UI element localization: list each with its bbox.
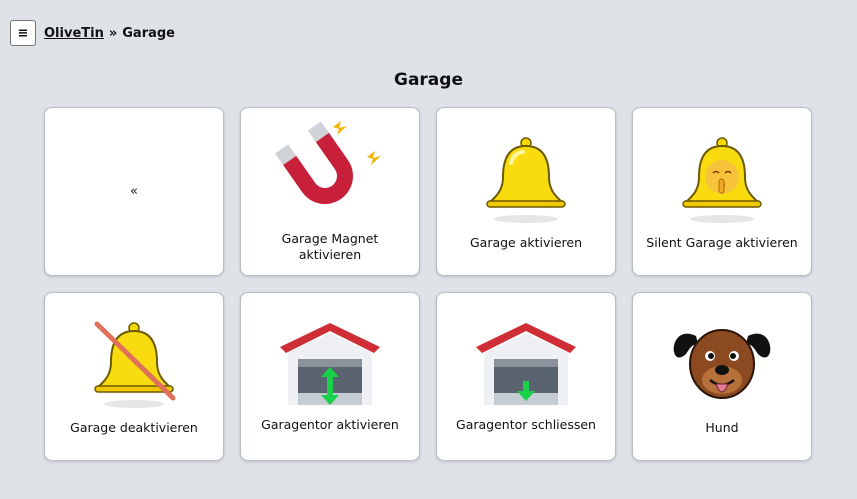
garage-close-icon bbox=[474, 321, 578, 407]
action-label: Hund bbox=[705, 419, 739, 435]
menu-button[interactable]: ≡ bbox=[10, 20, 36, 46]
breadcrumb-home-link[interactable]: OliveTin bbox=[44, 26, 104, 41]
action-garage-magnet[interactable]: Garage Magnet aktivieren bbox=[240, 107, 420, 276]
action-label: Garagentor schliessen bbox=[456, 416, 596, 432]
action-silent-garage[interactable]: Silent Garage aktivieren bbox=[632, 107, 812, 276]
action-garage-aktivieren[interactable]: Garage aktivieren bbox=[436, 107, 616, 276]
action-label: Garage Magnet aktivieren bbox=[281, 230, 379, 262]
action-hund[interactable]: Hund bbox=[632, 292, 812, 461]
action-grid: « Garage Magnet aktivieren Garage aktivi… bbox=[44, 107, 812, 461]
action-garage-deaktivieren[interactable]: Garage deaktivieren bbox=[44, 292, 224, 461]
page-title: Garage bbox=[394, 70, 463, 90]
magnet-icon bbox=[275, 120, 385, 221]
back-label: « bbox=[130, 184, 138, 199]
dog-icon bbox=[670, 318, 774, 410]
shushing-bell-icon bbox=[677, 133, 767, 225]
action-garagentor-schliessen[interactable]: Garagentor schliessen bbox=[436, 292, 616, 461]
action-label: Garagentor aktivieren bbox=[261, 416, 399, 432]
action-label: Silent Garage aktivieren bbox=[646, 234, 798, 250]
bell-icon bbox=[481, 133, 571, 225]
action-garagentor-aktivieren[interactable]: Garagentor aktivieren bbox=[240, 292, 420, 461]
bell-off-icon bbox=[89, 318, 179, 410]
back-button[interactable]: « bbox=[44, 107, 224, 276]
breadcrumb: OliveTin » Garage bbox=[44, 26, 175, 41]
action-label: Garage deaktivieren bbox=[70, 419, 198, 435]
breadcrumb-separator: » bbox=[108, 25, 118, 41]
garage-updown-icon bbox=[278, 321, 382, 407]
action-label: Garage aktivieren bbox=[469, 234, 583, 250]
breadcrumb-current: Garage bbox=[122, 25, 175, 41]
top-bar: ≡ OliveTin » Garage bbox=[10, 19, 175, 47]
